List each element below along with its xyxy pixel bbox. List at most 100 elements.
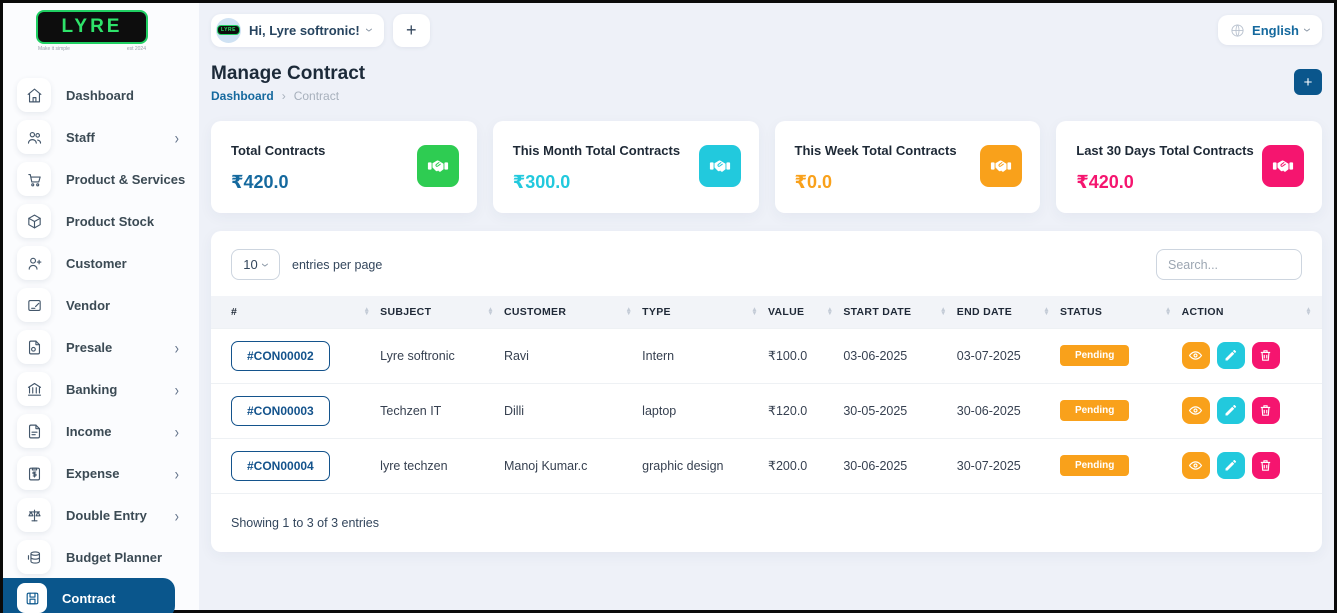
document-chart-icon <box>17 330 51 364</box>
column-header-subject[interactable]: SUBJECT▲▼ <box>380 296 504 328</box>
contract-id-button[interactable]: #CON00003 <box>231 396 330 426</box>
cell-subject: lyre techzen <box>380 438 504 493</box>
stat-card-month: This Month Total Contracts ₹300.0 <box>493 121 759 213</box>
cell-start-date: 30-05-2025 <box>843 383 956 438</box>
view-button[interactable] <box>1182 342 1210 369</box>
column-header-value[interactable]: VALUE▲▼ <box>768 296 843 328</box>
clipboard-icon <box>17 456 51 490</box>
sort-icon[interactable]: ▲▼ <box>1305 308 1312 316</box>
cell-customer: Manoj Kumar.c <box>504 438 642 493</box>
sidebar-item-customer[interactable]: Customer <box>3 242 199 284</box>
contract-id-button[interactable]: #CON00002 <box>231 341 330 371</box>
edit-button[interactable] <box>1217 342 1245 369</box>
stat-label: Last 30 Days Total Contracts <box>1076 143 1253 158</box>
stat-cards: Total Contracts ₹420.0 This Month Total … <box>211 121 1322 213</box>
sidebar-item-label: Vendor <box>66 298 110 313</box>
chevron-right-icon: › <box>175 379 179 399</box>
logo-tagline: Make it simple <box>38 46 70 52</box>
contract-icon <box>17 583 47 613</box>
sort-icon[interactable]: ▲▼ <box>751 308 758 316</box>
sort-icon[interactable]: ▲▼ <box>1043 308 1050 316</box>
contracts-table: #▲▼ SUBJECT▲▼ CUSTOMER▲▼ TYPE▲▼ VALUE▲▼ … <box>211 296 1322 494</box>
column-header-start-date[interactable]: START DATE▲▼ <box>843 296 956 328</box>
home-icon <box>17 78 51 112</box>
cell-end-date: 30-06-2025 <box>957 383 1060 438</box>
sidebar-item-label: Contract <box>62 591 115 606</box>
language-selector[interactable]: English › <box>1218 15 1322 45</box>
chevron-down-icon: › <box>257 263 274 267</box>
contract-id-button[interactable]: #CON00004 <box>231 451 330 481</box>
globe-icon <box>1230 23 1245 38</box>
sort-icon[interactable]: ▲▼ <box>940 308 947 316</box>
column-header-status[interactable]: STATUS▲▼ <box>1060 296 1182 328</box>
main-content: LYRE Hi, Lyre softronic! › + English › M… <box>199 3 1334 610</box>
delete-button[interactable] <box>1252 342 1280 369</box>
sidebar-item-expense[interactable]: Expense › <box>3 452 199 494</box>
sidebar-item-income[interactable]: Income › <box>3 410 199 452</box>
edit-button[interactable] <box>1217 397 1245 424</box>
cell-subject: Techzen IT <box>380 383 504 438</box>
cell-start-date: 03-06-2025 <box>843 328 956 383</box>
cell-customer: Dilli <box>504 383 642 438</box>
sort-icon[interactable]: ▲▼ <box>363 308 370 316</box>
stat-card-week: This Week Total Contracts ₹0.0 <box>775 121 1041 213</box>
breadcrumb-dashboard-link[interactable]: Dashboard <box>211 89 274 103</box>
view-button[interactable] <box>1182 397 1210 424</box>
sort-icon[interactable]: ▲▼ <box>827 308 834 316</box>
search-input[interactable] <box>1156 249 1302 280</box>
sidebar-item-label: Income <box>66 424 112 439</box>
sidebar: LYRE Make it simple est 2024 Dashboard S… <box>3 3 199 610</box>
handshake-icon <box>980 145 1022 187</box>
column-header-id[interactable]: #▲▼ <box>211 296 380 328</box>
delete-button[interactable] <box>1252 452 1280 479</box>
column-header-end-date[interactable]: END DATE▲▼ <box>957 296 1060 328</box>
chevron-right-icon: › <box>175 337 179 357</box>
edit-button[interactable] <box>1217 452 1245 479</box>
delete-button[interactable] <box>1252 397 1280 424</box>
breadcrumb-current: Contract <box>294 89 339 103</box>
cell-customer: Ravi <box>504 328 642 383</box>
chevron-right-icon: › <box>175 463 179 483</box>
stat-label: This Week Total Contracts <box>795 143 957 158</box>
sidebar-item-banking[interactable]: Banking › <box>3 368 199 410</box>
avatar-logo: LYRE <box>217 25 240 35</box>
pencil-icon <box>1223 348 1238 363</box>
sidebar-item-label: Banking <box>66 382 117 397</box>
view-button[interactable] <box>1182 452 1210 479</box>
coins-icon <box>17 540 51 574</box>
sidebar-item-product-services[interactable]: Product & Services <box>3 158 199 200</box>
file-icon <box>17 414 51 448</box>
sidebar-item-label: Staff <box>66 130 95 145</box>
sort-icon[interactable]: ▲▼ <box>625 308 632 316</box>
user-menu[interactable]: LYRE Hi, Lyre softronic! › <box>211 14 384 47</box>
add-contract-button[interactable]: + <box>1294 69 1322 95</box>
avatar: LYRE <box>216 18 241 43</box>
sidebar-item-budget-planner[interactable]: Budget Planner <box>3 536 199 578</box>
cell-type: Intern <box>642 328 768 383</box>
table-footer-summary: Showing 1 to 3 of 3 entries <box>211 494 1322 546</box>
sort-icon[interactable]: ▲▼ <box>487 308 494 316</box>
stat-label: Total Contracts <box>231 143 325 158</box>
stat-value: ₹420.0 <box>231 172 325 193</box>
sidebar-item-staff[interactable]: Staff › <box>3 116 199 158</box>
person-plus-icon <box>17 246 51 280</box>
sidebar-item-vendor[interactable]: Vendor <box>3 284 199 326</box>
table-row: #CON00003 Techzen IT Dilli laptop ₹120.0… <box>211 383 1322 438</box>
handshake-icon <box>1262 145 1304 187</box>
sidebar-item-dashboard[interactable]: Dashboard <box>3 74 199 116</box>
table-row: #CON00002 Lyre softronic Ravi Intern ₹10… <box>211 328 1322 383</box>
quick-add-button[interactable]: + <box>393 14 430 47</box>
entries-per-page-select[interactable]: 10 › <box>231 249 280 280</box>
contracts-table-card: 10 › entries per page #▲▼ SUBJECT▲▼ CUST… <box>211 231 1322 552</box>
sidebar-item-product-stock[interactable]: Product Stock <box>3 200 199 242</box>
column-header-customer[interactable]: CUSTOMER▲▼ <box>504 296 642 328</box>
column-header-action[interactable]: ACTION▲▼ <box>1182 296 1322 328</box>
sidebar-item-presale[interactable]: Presale › <box>3 326 199 368</box>
stat-label: This Month Total Contracts <box>513 143 680 158</box>
card-icon <box>17 288 51 322</box>
sidebar-item-double-entry[interactable]: Double Entry › <box>3 494 199 536</box>
column-header-type[interactable]: TYPE▲▼ <box>642 296 768 328</box>
sidebar-item-contract[interactable]: Contract <box>3 578 175 613</box>
sort-icon[interactable]: ▲▼ <box>1165 308 1172 316</box>
pencil-icon <box>1223 458 1238 473</box>
